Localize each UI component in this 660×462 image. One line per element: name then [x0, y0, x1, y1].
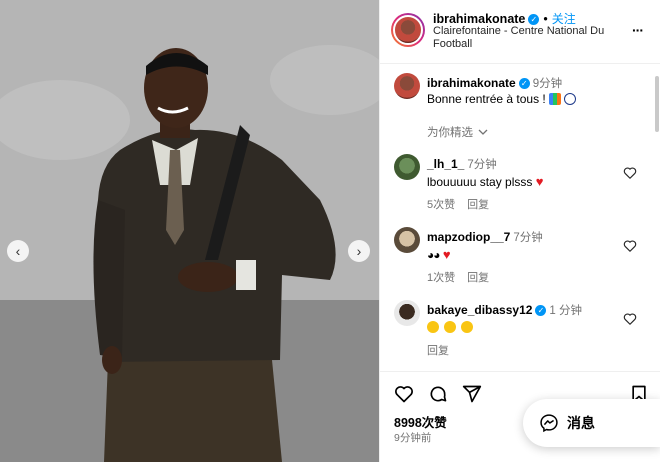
- comment-author: mapzodiop__7 7分钟: [427, 229, 543, 245]
- avatar[interactable]: [394, 154, 420, 180]
- like-count[interactable]: 5次赞: [427, 199, 455, 211]
- post-panel: ibrahimakonate ✓ • 关注 Clairefontaine - Cent…: [379, 0, 660, 462]
- comment-text: [427, 320, 478, 334]
- comment-meta: 1次赞 回复: [427, 269, 501, 285]
- username-link[interactable]: ibrahimakonate: [433, 12, 525, 26]
- heart-icon[interactable]: [623, 166, 637, 180]
- messenger-icon: [540, 414, 558, 433]
- username-link[interactable]: bakaye_dibassy12: [427, 303, 532, 317]
- clap-emoji-icon: [444, 321, 456, 333]
- comment-body: lbouuuuu stay plsss: [427, 175, 533, 189]
- recommended-label: 为你精选: [427, 127, 473, 139]
- avatar[interactable]: [394, 73, 420, 99]
- list-item: mapzodiop__7 7分钟 ◕◕ ♥ 1次赞 回复: [380, 227, 660, 297]
- clap-emoji-icon: [427, 321, 439, 333]
- messages-label: 消息: [567, 415, 595, 431]
- caption-time: 9分钟: [532, 78, 563, 90]
- comment-author: bakaye_dibassy12 ✓ 1 分钟: [427, 302, 582, 318]
- follow-button[interactable]: 关注: [552, 12, 576, 26]
- verified-icon: ✓: [518, 78, 530, 89]
- chevron-down-icon: [478, 129, 488, 135]
- soccer-ball-icon: [563, 93, 576, 105]
- location-link[interactable]: Clairefontaine - Centre National Du Foot…: [433, 25, 623, 51]
- post-timestamp: 9分钟前: [394, 432, 432, 444]
- post-header: ibrahimakonate ✓ • 关注 Clairefontaine - Cent…: [380, 0, 660, 64]
- eyes-emoji-icon: ◕◕: [427, 248, 440, 262]
- caption-author: ibrahimakonate ✓ 9分钟: [427, 75, 562, 91]
- books-emoji-icon: [548, 93, 561, 105]
- avatar[interactable]: [394, 227, 420, 253]
- like-count[interactable]: 1次赞: [427, 272, 455, 284]
- comment-meta: 回复: [427, 342, 461, 358]
- username-link[interactable]: mapzodiop__7: [427, 230, 510, 244]
- username-link[interactable]: ibrahimakonate: [427, 76, 516, 90]
- heart-emoji-icon: ♥: [535, 174, 544, 189]
- comment-author: _lh_1_ 7分钟: [427, 156, 497, 172]
- like-count[interactable]: 8998次赞: [394, 412, 447, 431]
- caption-body: Bonne rentrée à tous !: [427, 92, 546, 106]
- separator-dot: •: [543, 12, 548, 26]
- chevron-right-icon[interactable]: ›: [348, 240, 370, 262]
- comment-icon[interactable]: [428, 384, 448, 404]
- heart-emoji-icon: ♥: [442, 247, 451, 262]
- player-illustration: [0, 0, 379, 462]
- share-icon[interactable]: [462, 384, 482, 404]
- post-photo: ‹ ›: [0, 0, 379, 462]
- comment-text: ◕◕ ♥: [427, 247, 451, 262]
- recommended-filter[interactable]: 为你精选: [427, 124, 488, 140]
- messages-button[interactable]: 消息: [523, 399, 660, 447]
- heart-icon[interactable]: [394, 384, 414, 404]
- verified-icon: ✓: [535, 305, 547, 316]
- reply-button[interactable]: 回复: [467, 199, 489, 211]
- list-item: _lh_1_ 7分钟 lbouuuuu stay plsss ♥ 5次赞 回复: [380, 154, 660, 224]
- username-link[interactable]: _lh_1_: [427, 157, 464, 171]
- comment-time: 7分钟: [467, 159, 497, 171]
- clap-emoji-icon: [461, 321, 473, 333]
- avatar[interactable]: [394, 300, 420, 326]
- comments-section: ibrahimakonate ✓ 9分钟 Bonne rentrée à tous …: [380, 64, 660, 371]
- reply-button[interactable]: 回复: [467, 272, 489, 284]
- comment-text: lbouuuuu stay plsss ♥: [427, 174, 543, 189]
- more-icon[interactable]: ···: [632, 22, 644, 38]
- list-item: bakaye_dibassy12 ✓ 1 分钟 回复: [380, 300, 660, 370]
- comment-meta: 5次赞 回复: [427, 196, 501, 212]
- chevron-left-icon[interactable]: ‹: [7, 240, 29, 262]
- comment-time: 1 分钟: [549, 305, 583, 317]
- avatar[interactable]: [391, 13, 425, 47]
- scrollbar[interactable]: [655, 76, 659, 132]
- heart-icon[interactable]: [623, 239, 637, 253]
- comment-time: 7分钟: [513, 232, 543, 244]
- caption-text: Bonne rentrée à tous !: [427, 92, 576, 106]
- verified-icon: ✓: [528, 14, 540, 25]
- reply-button[interactable]: 回复: [427, 345, 449, 357]
- heart-icon[interactable]: [623, 312, 637, 326]
